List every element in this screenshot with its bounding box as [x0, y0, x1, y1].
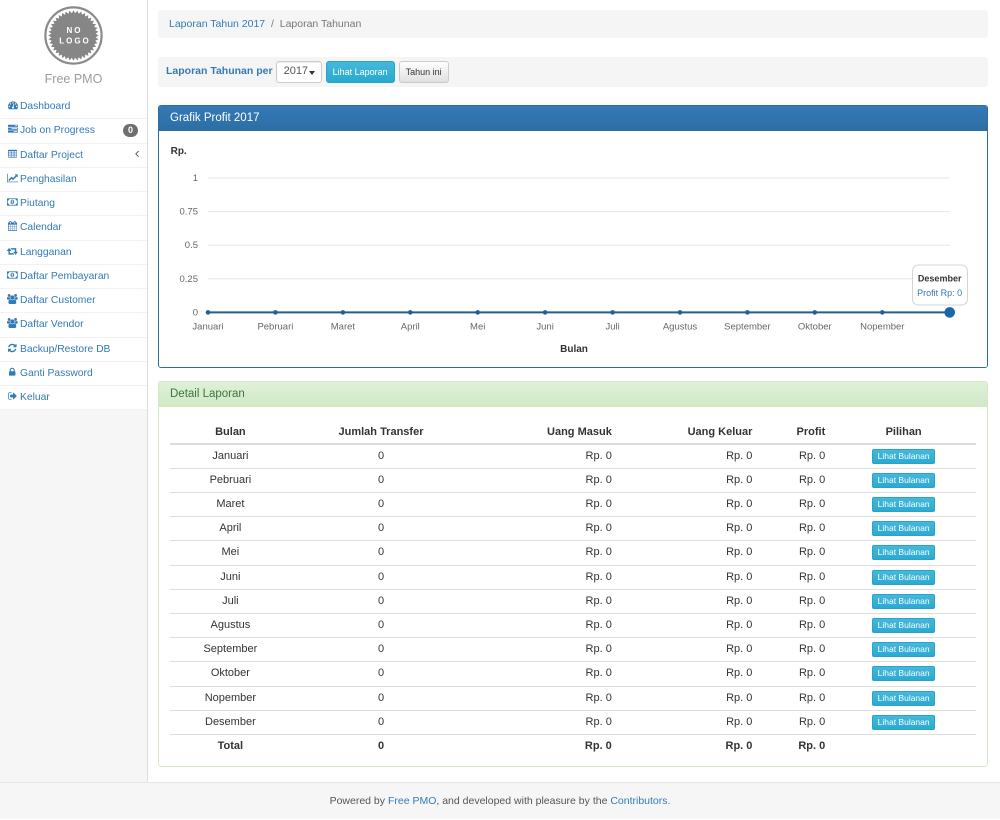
- svg-text:September: September: [724, 321, 770, 332]
- svg-text:Desember: Desember: [918, 273, 962, 283]
- svg-text:Mei: Mei: [470, 321, 485, 332]
- svg-text:Profit Rp: 0: Profit Rp: 0: [917, 288, 962, 298]
- svg-text:NO: NO: [67, 26, 83, 35]
- svg-text:Bulan: Bulan: [560, 344, 588, 355]
- svg-text:Agustus: Agustus: [663, 321, 698, 332]
- svg-text:Pebruari: Pebruari: [257, 321, 293, 332]
- svg-text:0.25: 0.25: [180, 273, 199, 284]
- svg-text:Oktober: Oktober: [798, 321, 832, 332]
- svg-text:0.5: 0.5: [185, 240, 198, 251]
- svg-text:1: 1: [193, 173, 198, 184]
- svg-text:Juli: Juli: [605, 321, 619, 332]
- svg-text:Januari: Januari: [192, 321, 223, 332]
- svg-text:Maret: Maret: [331, 321, 356, 332]
- svg-text:April: April: [401, 321, 420, 332]
- svg-text:Juni: Juni: [536, 321, 553, 332]
- svg-text:0: 0: [193, 307, 198, 318]
- svg-text:0.75: 0.75: [180, 206, 199, 217]
- svg-text:LOGO: LOGO: [59, 37, 91, 46]
- svg-text:Nopember: Nopember: [860, 321, 904, 332]
- svg-text:Rp.: Rp.: [171, 146, 187, 157]
